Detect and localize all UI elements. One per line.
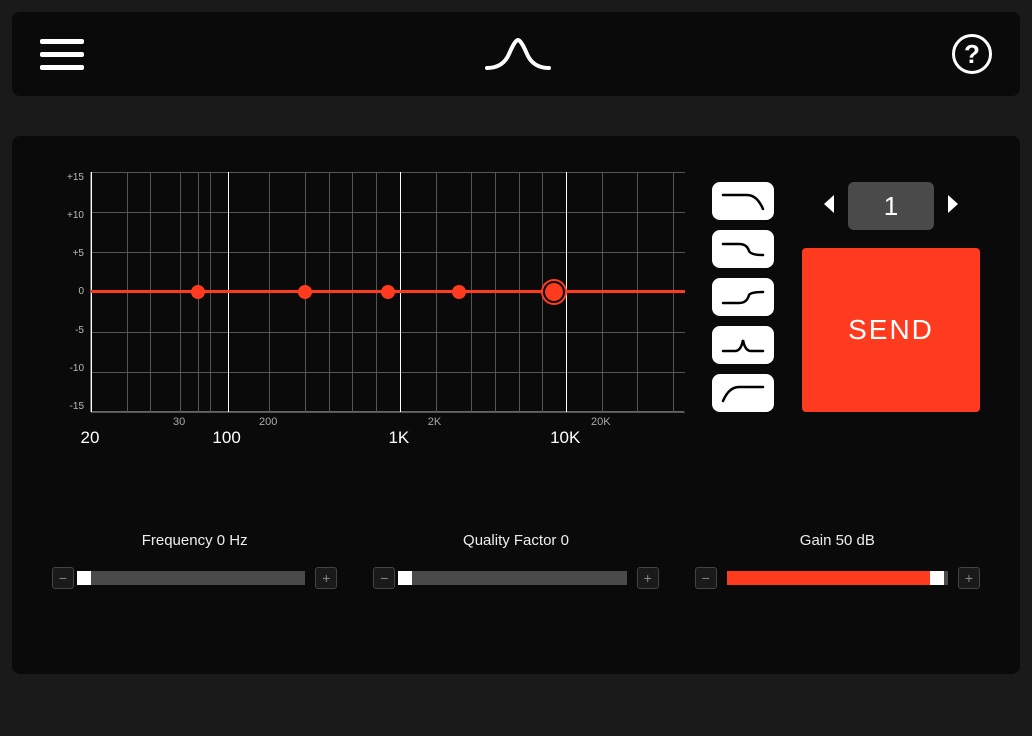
send-button[interactable]: SEND xyxy=(802,248,980,412)
filter-lowshelf-button[interactable] xyxy=(712,230,774,268)
filter-peak-button[interactable] xyxy=(712,326,774,364)
y-tick: +5 xyxy=(52,248,84,259)
x-axis-label: 30 xyxy=(173,416,185,428)
frequency-slider[interactable] xyxy=(84,571,305,585)
frequency-increment-button[interactable]: + xyxy=(315,567,337,589)
y-axis: +15 +10 +5 0 -5 -10 -15 xyxy=(52,172,88,412)
x-axis-label: 1K xyxy=(388,428,409,448)
x-axis: 201001K10K302002K20K xyxy=(90,416,684,452)
x-axis-label: 10K xyxy=(550,428,580,448)
main-panel: +15 +10 +5 0 -5 -10 -15 20 100 1K 10K 30 200 2… xyxy=(12,136,1020,674)
eq-node[interactable] xyxy=(298,285,312,299)
preset-stepper: 1 xyxy=(802,182,980,230)
quality-slider[interactable] xyxy=(405,571,626,585)
menu-icon[interactable] xyxy=(40,34,84,74)
filter-lowpass-button[interactable] xyxy=(712,182,774,220)
eq-graph-wrap: +15 +10 +5 0 -5 -10 -15 20 100 1K 10K 30 200 2… xyxy=(52,172,684,462)
sliders-row: Frequency 0 Hz − + Quality Factor 0 − xyxy=(52,532,980,589)
x-axis-label: 2K xyxy=(428,416,441,428)
eq-node[interactable] xyxy=(452,285,466,299)
y-tick: -10 xyxy=(52,363,84,374)
frequency-label: Frequency 0 Hz xyxy=(52,532,337,549)
preset-next-button[interactable] xyxy=(944,193,962,220)
preset-prev-button[interactable] xyxy=(820,193,838,220)
help-icon[interactable]: ? xyxy=(952,34,992,74)
y-tick: -5 xyxy=(52,325,84,336)
eq-node[interactable] xyxy=(543,281,565,303)
right-column: 1 SEND xyxy=(802,172,980,462)
gain-slider[interactable] xyxy=(727,571,948,585)
gain-slider-group: Gain 50 dB − + xyxy=(695,532,980,589)
gain-label: Gain 50 dB xyxy=(695,532,980,549)
x-axis-label: 20 xyxy=(81,428,100,448)
gain-decrement-button[interactable]: − xyxy=(695,567,717,589)
filter-highshelf-button[interactable] xyxy=(712,278,774,316)
quality-decrement-button[interactable]: − xyxy=(373,567,395,589)
y-tick: 0 xyxy=(52,286,84,297)
x-axis-label: 100 xyxy=(212,428,240,448)
quality-label: Quality Factor 0 xyxy=(373,532,658,549)
filter-type-column xyxy=(712,172,774,462)
filter-highpass-button[interactable] xyxy=(712,374,774,412)
x-axis-label: 200 xyxy=(259,416,277,428)
preset-value: 1 xyxy=(884,191,898,222)
eq-node[interactable] xyxy=(381,285,395,299)
header-bar: ? xyxy=(12,12,1020,96)
upper-row: +15 +10 +5 0 -5 -10 -15 20 100 1K 10K 30 200 2… xyxy=(52,172,980,462)
logo-peak-icon xyxy=(483,34,553,74)
send-label: SEND xyxy=(848,314,934,346)
frequency-slider-group: Frequency 0 Hz − + xyxy=(52,532,337,589)
y-tick: +15 xyxy=(52,172,84,183)
quality-slider-group: Quality Factor 0 − + xyxy=(373,532,658,589)
app-root: ? +15 +10 +5 0 -5 -10 -15 20 100 1K 10K 30 20… xyxy=(0,0,1032,736)
eq-node[interactable] xyxy=(191,285,205,299)
y-tick: +10 xyxy=(52,210,84,221)
help-label: ? xyxy=(964,39,980,70)
gain-increment-button[interactable]: + xyxy=(958,567,980,589)
y-tick: -15 xyxy=(52,401,84,412)
x-axis-label: 20K xyxy=(591,416,611,428)
preset-value-box[interactable]: 1 xyxy=(848,182,934,230)
eq-graph[interactable] xyxy=(90,172,684,412)
quality-increment-button[interactable]: + xyxy=(637,567,659,589)
frequency-decrement-button[interactable]: − xyxy=(52,567,74,589)
